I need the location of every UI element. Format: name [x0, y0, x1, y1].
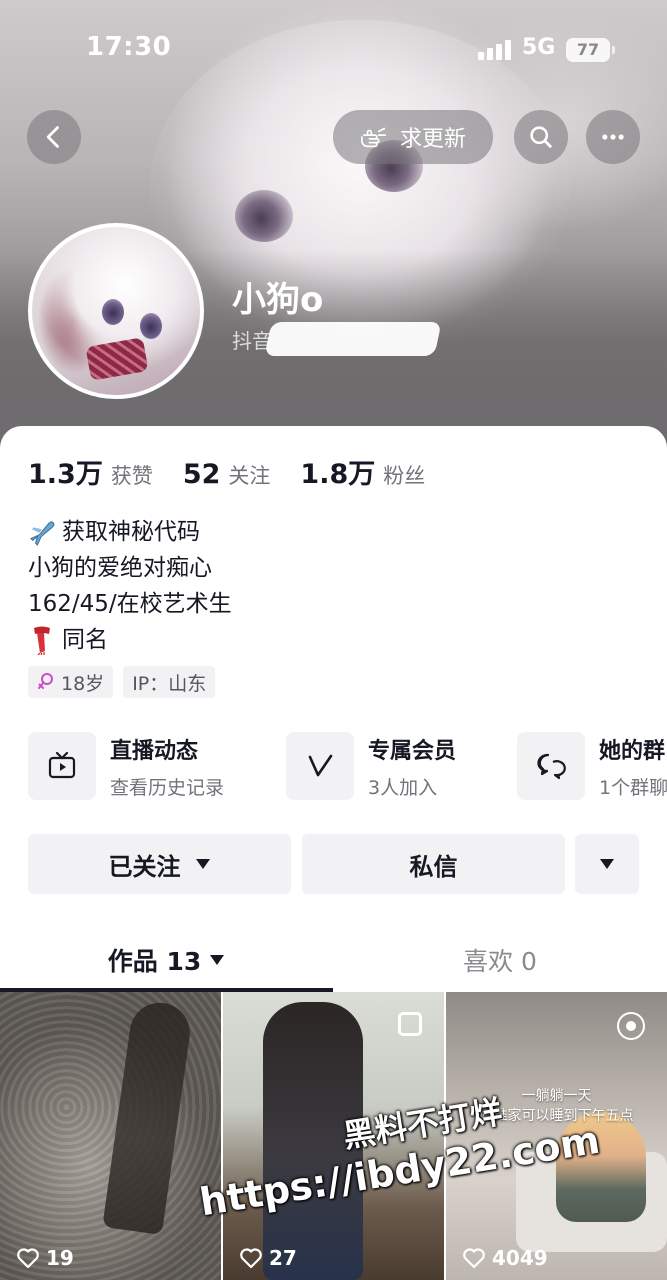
status-bar: 17:30 5G 77 [0, 0, 667, 100]
status-time: 17:30 [86, 32, 172, 62]
tags-row: 18岁 IP：山东 [28, 666, 216, 698]
message-button[interactable]: 私信 [302, 834, 565, 894]
more-button[interactable] [586, 110, 640, 164]
feature-vip[interactable]: 专属会员 3人加入 [286, 732, 456, 800]
feature-subtitle: 1个群聊 [599, 776, 667, 799]
caret-down-icon [210, 955, 225, 965]
bio-line: 162/45/在校艺术生 [28, 586, 232, 622]
network-label: 5G [522, 35, 556, 60]
tab-likes[interactable]: 喜欢 0 [333, 932, 667, 988]
banner-artwork-eye [235, 190, 293, 242]
ip-tag: IP：山东 [123, 666, 216, 698]
username: 小狗o [232, 280, 324, 320]
caret-down-icon [195, 859, 210, 869]
stat-likes[interactable]: 1.3万 获赞 [28, 452, 153, 491]
stat-label: 获赞 [110, 464, 153, 488]
feature-icon [286, 732, 354, 800]
tab-works[interactable]: 作品 13 [0, 932, 333, 988]
search-button[interactable] [514, 110, 568, 164]
more-actions-button[interactable] [575, 834, 639, 894]
multi-image-icon [398, 1012, 422, 1036]
stat-value: 52 [182, 459, 221, 490]
bio-line-4: 同名 [62, 627, 108, 653]
feature-group-chat[interactable]: 她的群 1个群聊 [517, 732, 667, 800]
signal-icon [478, 40, 514, 60]
stat-label: 关注 [228, 464, 271, 488]
feature-text: 直播动态 查看历史记录 [110, 733, 224, 800]
video-likes-count: 19 [46, 1246, 74, 1270]
feature-title: 专属会员 [368, 738, 457, 764]
redaction-mark [264, 322, 442, 356]
stat-followers[interactable]: 1.8万 粉丝 [300, 452, 425, 491]
more-dots-icon [602, 134, 624, 140]
bio: 获取神秘代码 小狗的爱绝对痴心 162/45/在校艺术生 同名 [28, 514, 232, 658]
stat-value: 1.3万 [28, 459, 103, 490]
stats-row: 1.3万 获赞 52 关注 1.8万 粉丝 [28, 452, 455, 491]
avatar[interactable] [28, 223, 204, 399]
features-row: 直播动态 查看历史记录 专属会员 3人加入 她的群 1个群聊 [28, 732, 667, 802]
bio-line-2: 小狗的爱绝对痴心 [28, 555, 212, 581]
pointing-hand-icon [361, 127, 387, 148]
following-button[interactable]: 已关注 [28, 834, 291, 894]
heart-icon [463, 1248, 485, 1269]
feature-title: 她的群 [599, 738, 666, 764]
bio-line: 小狗的爱绝对痴心 [28, 550, 232, 586]
stat-following[interactable]: 52 关注 [183, 459, 271, 490]
bio-line: 同名 [28, 622, 232, 658]
video-likes: 4049 [462, 1246, 548, 1270]
stat-label: 粉丝 [383, 464, 426, 488]
following-label: 已关注 [108, 852, 181, 881]
message-label: 私信 [409, 852, 458, 881]
feature-live-history[interactable]: 直播动态 查看历史记录 [28, 732, 224, 800]
age-tag: 18岁 [28, 666, 114, 698]
live-photo-icon [617, 1012, 645, 1040]
female-icon [38, 673, 53, 689]
feature-icon [517, 732, 585, 800]
video-likes: 19 [16, 1246, 74, 1270]
bio-line: 获取神秘代码 [28, 514, 232, 550]
search-icon [530, 126, 552, 148]
request-update-label: 求更新 [399, 127, 466, 152]
tab-likes-label: 喜欢 0 [463, 947, 537, 976]
chevron-left-icon [46, 126, 59, 148]
video-thumbnail[interactable]: 19 [0, 992, 221, 1280]
vip-v-icon [308, 754, 333, 777]
feature-text: 她的群 1个群聊 [599, 733, 667, 800]
bio-line-1: 获取神秘代码 [62, 519, 200, 545]
bio-line-3: 162/45/在校艺术生 [28, 591, 232, 617]
age-tag-label: 18岁 [61, 672, 105, 695]
video-likes-count: 4049 [492, 1246, 548, 1270]
battery-icon: 77 [566, 38, 615, 62]
tv-icon [48, 751, 76, 779]
feature-text: 专属会员 3人加入 [368, 733, 456, 800]
airplane-icon [30, 521, 55, 546]
avatar-artwork-eye [140, 313, 162, 339]
chat-bubbles-icon [537, 753, 566, 780]
feature-title: 直播动态 [110, 738, 199, 764]
avatar-artwork-bow [85, 337, 149, 381]
request-update-button[interactable]: 求更新 [333, 110, 493, 164]
back-button[interactable] [27, 110, 81, 164]
feature-subtitle: 查看历史记录 [110, 776, 225, 799]
feature-icon [28, 732, 96, 800]
stat-value: 1.8万 [300, 459, 376, 490]
ip-tag-label: IP：山东 [132, 672, 207, 695]
thumbnail-figure [102, 998, 194, 1236]
scarf-icon [34, 626, 50, 655]
battery-level: 77 [576, 40, 600, 59]
avatar-artwork-eye [102, 299, 124, 325]
tab-works-label: 作品 13 [107, 947, 202, 976]
heart-icon [17, 1248, 39, 1269]
feature-subtitle: 3人加入 [368, 776, 438, 799]
content-tabs: 作品 13 喜欢 0 [0, 932, 667, 992]
caret-down-icon [600, 859, 614, 869]
